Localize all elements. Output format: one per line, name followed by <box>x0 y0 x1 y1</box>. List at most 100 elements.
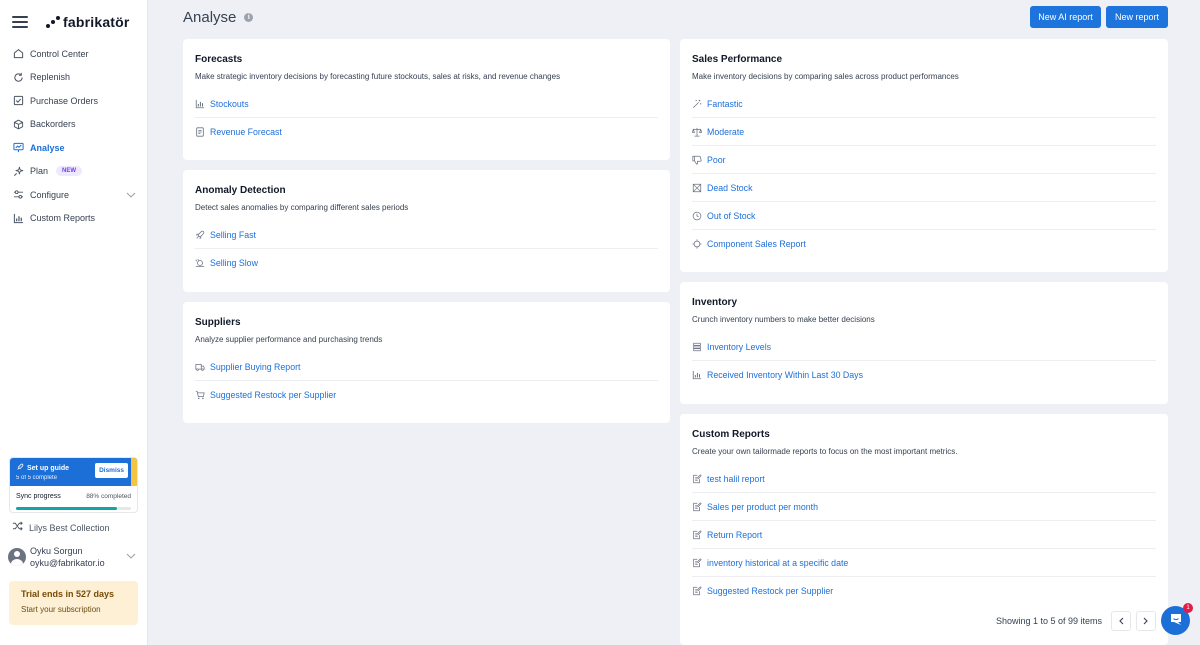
report-link-poor[interactable]: Poor <box>692 146 1156 174</box>
sliders-icon <box>12 189 24 201</box>
card-description: Detect sales anomalies by comparing diff… <box>195 203 409 212</box>
report-link-label: Supplier Buying Report <box>210 361 301 372</box>
sidebar-item-backorders[interactable]: Backorders <box>0 113 148 137</box>
invoice-icon <box>195 127 205 137</box>
sidebar-item-label: Replenish <box>30 72 71 83</box>
custom-report-link[interactable]: test halil report <box>692 465 1156 493</box>
report-link-suggested-restock[interactable]: Suggested Restock per Supplier <box>195 381 658 409</box>
report-link-label: Moderate <box>707 126 745 137</box>
report-link-label: Suggested Restock per Supplier <box>210 390 337 400</box>
document-edit-icon <box>692 557 702 568</box>
document-edit-icon <box>692 529 702 540</box>
report-link-revenue-forecast[interactable]: Revenue Forecast <box>195 118 658 146</box>
custom-report-link[interactable]: Sales per product per month <box>692 493 1156 521</box>
report-link-label: Received Inventory Within Last 30 Days <box>707 370 863 380</box>
sidebar-item-replenish[interactable]: Replenish <box>0 66 148 90</box>
report-link-label: Fantastic <box>707 98 743 109</box>
info-icon[interactable]: i <box>244 13 254 22</box>
report-link-selling-fast[interactable]: Selling Fast <box>195 221 658 249</box>
sidebar-item-label: Configure <box>30 189 70 200</box>
new-badge: NEW <box>56 166 83 177</box>
sidebar-item-custom-reports[interactable]: Custom Reports <box>0 207 148 231</box>
trial-title: Trial ends in 527 days <box>21 589 115 599</box>
user-email: oyku@fabrikator.io <box>30 558 105 568</box>
report-link-label: Selling Fast <box>210 229 256 240</box>
forecasts-card: Forecasts Make strategic inventory decis… <box>183 39 670 160</box>
dismiss-button[interactable]: Dismiss <box>95 463 128 478</box>
cart-icon <box>195 390 205 400</box>
truck-icon <box>195 362 205 372</box>
trial-banner: Trial ends in 527 days Start your subscr… <box>9 581 138 625</box>
report-link-component-sales[interactable]: Component Sales Report <box>692 230 1156 258</box>
brand: fabrikatör <box>12 12 130 32</box>
report-link-label: Sales per product per month <box>707 501 819 512</box>
prev-page-button[interactable] <box>1111 611 1131 631</box>
custom-reports-card: Custom Reports Create your own tailormad… <box>680 414 1168 645</box>
bar-chart-icon <box>12 212 24 224</box>
custom-report-link[interactable]: Suggested Restock per Supplier <box>692 577 1156 605</box>
report-link-received-inventory[interactable]: Received Inventory Within Last 30 Days <box>692 361 1156 389</box>
card-title: Forecasts <box>195 54 243 65</box>
sync-progress-status: 88% completed <box>86 493 131 500</box>
sidebar-item-analyse[interactable]: Analyse <box>0 136 148 160</box>
custom-report-link[interactable]: Return Report <box>692 521 1156 549</box>
sidebar-item-control-center[interactable]: Control Center <box>0 42 148 66</box>
report-link-out-of-stock[interactable]: Out of Stock <box>692 202 1156 230</box>
report-link-label: test halil report <box>707 473 765 484</box>
bar-chart-icon <box>195 99 205 109</box>
sidebar-item-label: Control Center <box>30 48 89 59</box>
new-report-button[interactable]: New report <box>1106 6 1168 28</box>
setup-guide-title: Set up guide <box>27 464 69 472</box>
shuffle-icon <box>12 521 23 534</box>
report-link-moderate[interactable]: Moderate <box>692 118 1156 146</box>
new-ai-report-button[interactable]: New AI report <box>1030 6 1101 28</box>
avatar <box>8 548 26 566</box>
report-link-label: Stockouts <box>210 98 249 109</box>
report-link-selling-slow[interactable]: Selling Slow <box>195 249 658 277</box>
pagination-summary: Showing 1 to 5 of 99 items <box>995 616 1102 626</box>
report-link-label: Poor <box>707 154 726 165</box>
store-name: Lilys Best Collection <box>29 522 110 533</box>
magic-wand-icon <box>692 99 702 109</box>
report-link-dead-stock[interactable]: Dead Stock <box>692 174 1156 202</box>
home-icon <box>12 48 24 60</box>
card-title: Anomaly Detection <box>195 185 286 196</box>
report-link-supplier-buying-report[interactable]: Supplier Buying Report <box>195 353 658 381</box>
chevron-down-icon[interactable] <box>126 190 136 200</box>
store-switcher[interactable]: Lilys Best Collection <box>12 521 110 534</box>
chat-icon <box>1169 612 1183 629</box>
user-menu[interactable]: Oyku Sorgun oyku@fabrikator.io <box>8 543 140 571</box>
report-link-label: inventory historical at a specific date <box>707 557 849 568</box>
report-link-stockouts[interactable]: Stockouts <box>195 90 658 118</box>
chat-launcher-button[interactable]: 1 <box>1161 603 1193 635</box>
page-title: Analyse <box>183 9 237 26</box>
card-title: Suppliers <box>195 317 241 328</box>
sales-performance-card: Sales Performance Make inventory decisio… <box>680 39 1168 272</box>
report-link-inventory-levels[interactable]: Inventory Levels <box>692 333 1156 361</box>
start-subscription-link[interactable]: Start your subscription <box>21 605 126 614</box>
next-page-button[interactable] <box>1136 611 1156 631</box>
card-title: Inventory <box>692 297 738 308</box>
inventory-card: Inventory Crunch inventory numbers to ma… <box>680 282 1168 404</box>
thumbs-down-icon <box>692 155 702 165</box>
refresh-icon <box>12 71 24 83</box>
card-description: Crunch inventory numbers to make better … <box>692 315 875 324</box>
card-description: Analyze supplier performance and purchas… <box>195 335 383 344</box>
sidebar-item-purchase-orders[interactable]: Purchase Orders <box>0 89 148 113</box>
custom-report-link[interactable]: inventory historical at a specific date <box>692 549 1156 577</box>
suppliers-card: Suppliers Analyze supplier performance a… <box>183 302 670 423</box>
sync-progress-bar <box>16 507 131 510</box>
presentation-chart-icon <box>12 142 24 154</box>
brand-name: fabrikatör <box>63 14 130 30</box>
report-link-fantastic[interactable]: Fantastic <box>692 90 1156 118</box>
menu-icon[interactable] <box>12 16 28 28</box>
report-link-label: Out of Stock <box>707 210 756 221</box>
sidebar-item-configure[interactable]: Configure <box>0 183 148 207</box>
sidebar-item-plan[interactable]: Plan NEW <box>0 160 148 184</box>
report-link-label: Suggested Restock per Supplier <box>707 586 834 596</box>
scale-icon <box>692 127 702 137</box>
sidebar-nav: Control Center Replenish Purchase Orders… <box>0 42 148 230</box>
logo-icon <box>46 16 60 28</box>
user-name: Oyku Sorgun <box>30 546 83 556</box>
document-edit-icon <box>692 501 702 512</box>
